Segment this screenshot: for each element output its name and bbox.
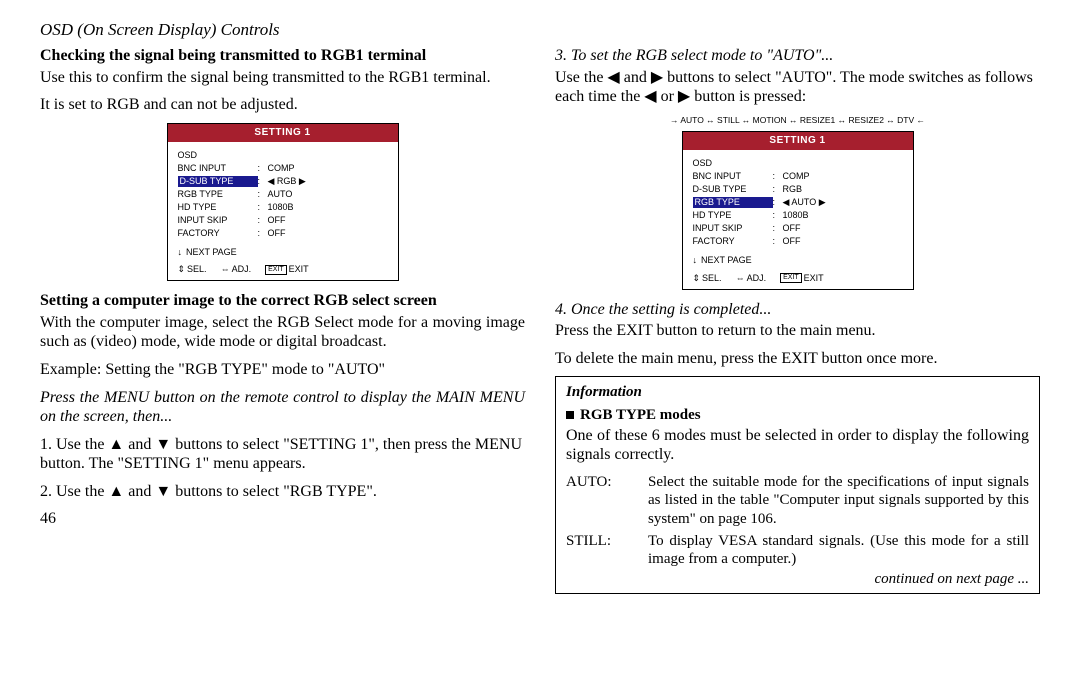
section-title: Checking the signal being transmitted to… <box>40 46 525 66</box>
osd-foot-exit: EXIT <box>289 264 309 275</box>
osd-row: BNC INPUT:COMP <box>693 171 903 182</box>
section-title: 4. Once the setting is completed... <box>555 300 1040 320</box>
paragraph: It is set to RGB and can not be adjusted… <box>40 95 525 115</box>
info-subheading: RGB TYPE modes <box>566 406 1029 424</box>
osd-row: HD TYPE:1080B <box>178 202 388 213</box>
osd-row: BNC INPUT:COMP <box>178 163 388 174</box>
osd-row: OSD <box>693 158 903 169</box>
paragraph: Example: Setting the "RGB TYPE" mode to … <box>40 360 525 380</box>
osd-row: FACTORY:OFF <box>178 228 388 239</box>
osd-next: NEXT PAGE <box>186 247 237 258</box>
paragraph: With the computer image, select the RGB … <box>40 313 525 352</box>
osd-foot-adj: ADJ. <box>232 264 252 275</box>
osd-row: D-SUB TYPE:RGB <box>693 184 903 195</box>
osd-panel: SETTING 1 OSD BNC INPUT:COMP D-SUB TYPE:◀ … <box>167 123 399 282</box>
paragraph: Press the MENU button on the remote cont… <box>40 388 525 427</box>
osd-next: NEXT PAGE <box>701 255 752 266</box>
paragraph: To delete the main menu, press the EXIT … <box>555 349 1040 369</box>
paragraph: 2. Use the ▲ and ▼ buttons to select "RG… <box>40 482 525 502</box>
osd-title: SETTING 1 <box>683 132 913 150</box>
osd-row: D-SUB TYPE:◀ RGB ▶ <box>178 176 388 187</box>
osd-row: OSD <box>178 150 388 161</box>
down-arrow-icon: ↓ <box>178 247 183 258</box>
bullet-icon <box>566 411 574 419</box>
mode-cycle: → AUTO ↔ STILL ↔ MOTION ↔ RESIZE1 ↔ RESI… <box>555 115 1040 125</box>
info-mode-key: AUTO: <box>566 473 636 528</box>
info-intro: One of these 6 modes must be selected in… <box>566 426 1029 465</box>
osd-foot-sel: SEL. <box>702 273 722 284</box>
left-column: Checking the signal being transmitted to… <box>40 46 525 678</box>
osd-row: INPUT SKIP:OFF <box>178 215 388 226</box>
info-mode-desc: Select the suitable mode for the specifi… <box>648 473 1029 528</box>
osd-title: SETTING 1 <box>168 124 398 142</box>
info-heading: Information <box>566 383 1029 401</box>
information-box: Information RGB TYPE modes One of these … <box>555 376 1040 593</box>
section-title: 3. To set the RGB select mode to "AUTO".… <box>555 46 1040 66</box>
section-title: Setting a computer image to the correct … <box>40 291 525 311</box>
leftright-icon: ⇔ <box>221 264 230 275</box>
osd-foot-adj: ADJ. <box>747 273 767 284</box>
osd-foot-exit: EXIT <box>804 273 824 284</box>
paragraph: 1. Use the ▲ and ▼ buttons to select "SE… <box>40 435 525 474</box>
page-number: 46 <box>40 509 525 529</box>
page-header: OSD (On Screen Display) Controls <box>40 20 1040 40</box>
osd-row: RGB TYPE:AUTO <box>178 189 388 200</box>
paragraph: Use the ◀ and ▶ buttons to select "AUTO"… <box>555 68 1040 107</box>
osd-row: RGB TYPE:◀ AUTO ▶ <box>693 197 903 208</box>
down-arrow-icon: ↓ <box>693 255 698 266</box>
info-continued: continued on next page ... <box>566 570 1029 588</box>
paragraph: Use this to confirm the signal being tra… <box>40 68 525 88</box>
info-mode-key: STILL: <box>566 532 636 569</box>
right-column: 3. To set the RGB select mode to "AUTO".… <box>555 46 1040 678</box>
info-mode-desc: To display VESA standard signals. (Use t… <box>648 532 1029 569</box>
osd-foot-sel: SEL. <box>187 264 207 275</box>
osd-row: INPUT SKIP:OFF <box>693 223 903 234</box>
updown-icon: ⇕ <box>178 264 186 275</box>
osd-row: HD TYPE:1080B <box>693 210 903 221</box>
updown-icon: ⇕ <box>693 273 701 284</box>
osd-panel: SETTING 1 OSD BNC INPUT:COMP D-SUB TYPE:RG… <box>682 131 914 290</box>
exit-icon: EXIT <box>265 265 287 275</box>
paragraph: Press the EXIT button to return to the m… <box>555 321 1040 341</box>
leftright-icon: ⇔ <box>736 273 745 284</box>
exit-icon: EXIT <box>780 273 802 283</box>
osd-row: FACTORY:OFF <box>693 236 903 247</box>
